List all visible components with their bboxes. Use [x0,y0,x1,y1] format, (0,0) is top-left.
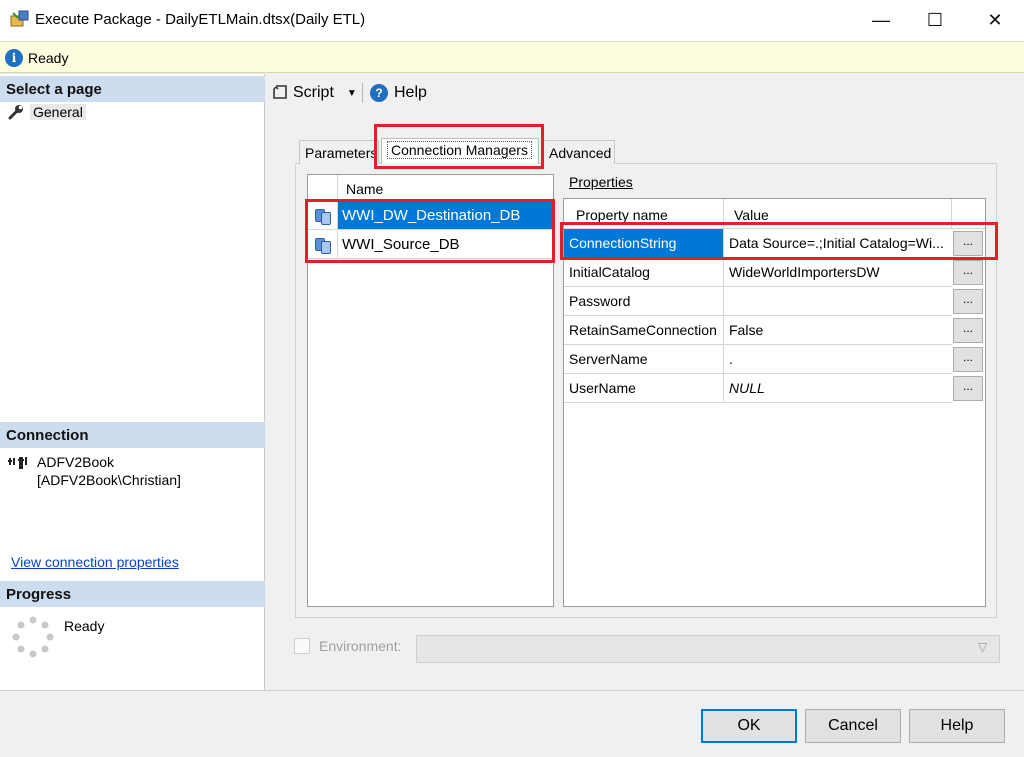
tab-parameters[interactable]: Parameters [299,140,379,164]
script-icon [273,85,287,99]
help-toolbar-button[interactable]: ? Help [370,82,427,104]
property-name[interactable]: RetainSameConnection [564,316,724,345]
ellipsis-button[interactable]: ... [953,376,983,401]
progress-status: Ready [64,618,105,634]
progress-spinner-icon [12,616,54,658]
close-button[interactable]: ✕ [972,0,1018,40]
toolbar-separator [362,83,363,103]
window-title: Execute Package - DailyETLMain.dtsx(Dail… [35,11,366,28]
view-connection-properties-link[interactable]: View connection properties [11,554,179,570]
help-icon: ? [370,84,388,102]
script-label: Script [293,84,334,101]
property-value[interactable]: . [724,345,952,374]
property-value[interactable]: WideWorldImportersDW [724,258,952,287]
property-name[interactable]: UserName [564,374,724,403]
list-header-name[interactable]: Name [338,175,553,200]
connection-server: ADFV2Book [37,454,115,470]
environment-checkbox[interactable] [294,638,310,654]
bottom-divider [0,690,1024,691]
status-text: Ready [28,50,69,66]
environment-label: Environment: [319,638,402,654]
cancel-button[interactable]: Cancel [805,709,901,743]
ellipsis-button[interactable]: ... [953,318,983,343]
ellipsis-button[interactable]: ... [953,347,983,372]
package-icon [10,10,29,27]
wrench-icon [8,105,23,120]
progress-header: Progress [0,581,265,607]
property-value[interactable]: NULL [724,374,952,403]
environment-select[interactable] [416,635,1000,663]
script-dropdown-arrow-icon[interactable]: ▼ [347,88,357,99]
connection-user: [ADFV2Book\Christian] [37,472,181,488]
ellipsis-button[interactable]: ... [953,289,983,314]
help-button[interactable]: Help [909,709,1005,743]
ok-button[interactable]: OK [701,709,797,743]
properties-label: Properties [569,174,633,190]
minimize-button[interactable]: — [858,0,904,40]
highlight-box-tab [374,124,544,169]
property-name[interactable]: Password [564,287,724,316]
property-value[interactable]: False [724,316,952,345]
connection-header: Connection [0,422,265,448]
title-bar: Execute Package - DailyETLMain.dtsx(Dail… [0,0,1024,41]
property-value[interactable] [724,287,952,316]
select-page-header: Select a page [0,76,265,102]
chevron-down-icon[interactable]: ▽ [978,640,987,654]
ellipsis-button[interactable]: ... [953,260,983,285]
list-header-gutter [308,175,338,200]
help-label: Help [394,84,427,101]
status-bar: i Ready [0,41,1024,73]
property-name[interactable]: ServerName [564,345,724,374]
page-item-label: General [30,104,86,120]
connection-icon [8,457,27,469]
info-icon: i [5,49,23,67]
property-name[interactable]: InitialCatalog [564,258,724,287]
maximize-button[interactable]: ☐ [912,0,958,40]
highlight-box-connections [305,199,555,263]
highlight-box-connectionstring [560,222,998,260]
tab-advanced[interactable]: Advanced [543,140,615,164]
page-item-general[interactable]: General [8,102,86,122]
script-button[interactable]: Script ▼ [272,82,357,104]
